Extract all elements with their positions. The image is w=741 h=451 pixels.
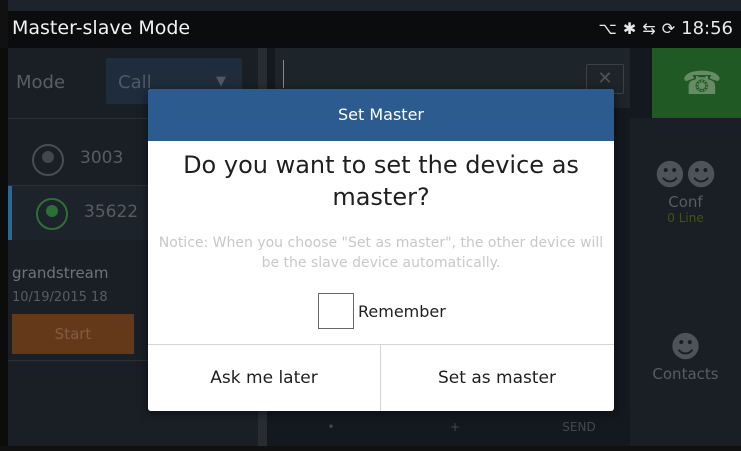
set-as-master-button[interactable]: Set as master bbox=[381, 345, 613, 411]
dialog-notice: Notice: When you choose "Set as master",… bbox=[158, 235, 604, 271]
clock: 18:56 bbox=[681, 18, 733, 39]
bluetooth-icon: ✱ bbox=[622, 19, 637, 38]
device-screen: Master-slave Mode ⌥ ✱ ⇆ ⟳ 18:56 Mode Cal… bbox=[0, 0, 741, 451]
sync-icon: ⟳ bbox=[661, 19, 676, 38]
device-frame-bottom bbox=[0, 446, 741, 451]
remember-option[interactable]: Remember bbox=[318, 293, 446, 329]
dialog-button-row: Ask me later Set as master bbox=[148, 344, 614, 411]
usb-icon: ⌥ bbox=[598, 19, 617, 38]
window-title: Master-slave Mode bbox=[12, 17, 191, 39]
remember-checkbox[interactable] bbox=[318, 293, 354, 329]
ask-me-later-button[interactable]: Ask me later bbox=[148, 345, 380, 411]
dialog-title: Set Master bbox=[148, 89, 614, 141]
set-master-dialog: Set Master Do you want to set the device… bbox=[148, 89, 614, 411]
remember-label[interactable]: Remember bbox=[358, 302, 446, 321]
status-bar: Master-slave Mode ⌥ ✱ ⇆ ⟳ 18:56 bbox=[8, 11, 741, 48]
network-icon: ⇆ bbox=[642, 19, 656, 38]
dialog-question: Do you want to set the device as master? bbox=[183, 151, 579, 211]
status-icons: ⌥ ✱ ⇆ ⟳ 18:56 bbox=[598, 18, 733, 39]
